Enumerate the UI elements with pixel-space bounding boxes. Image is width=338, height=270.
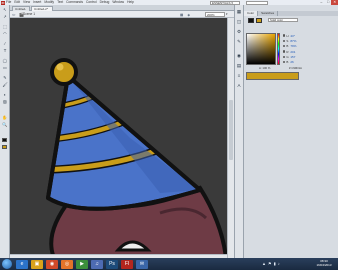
text-tool-icon[interactable]: T — [2, 48, 9, 54]
search-input[interactable] — [246, 0, 268, 5]
back-arrow-icon[interactable]: ⇦ — [12, 12, 16, 17]
hex-value[interactable]: # C99D1A — [289, 66, 302, 70]
edit-symbol-icon[interactable]: ◈ — [187, 13, 190, 17]
color-values: H 43° S 87% B 79% R 201 G 157 B 26 — [283, 33, 323, 65]
radio-icon[interactable] — [283, 50, 286, 53]
scrollbar-thumb[interactable] — [228, 100, 233, 160]
oval-tool-icon[interactable]: ◯ — [2, 58, 9, 64]
radio-icon[interactable] — [283, 45, 286, 48]
taskbar-app-icon[interactable]: Ps — [106, 259, 118, 269]
align-panel-icon[interactable]: ≡ — [236, 72, 243, 79]
chevron-down-icon[interactable]: ▾ — [226, 12, 228, 17]
tab-color[interactable]: Color — [244, 11, 259, 16]
subselection-tool-icon[interactable]: ↗ — [2, 14, 9, 20]
free-transform-tool-icon[interactable]: ⬚ — [2, 24, 9, 30]
clock[interactable]: 08:30 16/04/2013 — [312, 259, 336, 267]
pencil-tool-icon[interactable]: ✎ — [2, 75, 9, 81]
rectangle-tool-icon[interactable]: ▭ — [2, 65, 9, 71]
swatches-panel-icon[interactable]: ▤ — [236, 62, 243, 69]
start-button[interactable] — [2, 259, 12, 269]
paint-bucket-tool-icon[interactable]: ◐ — [2, 92, 9, 98]
settings-panel-icon[interactable]: ⚙ — [236, 28, 243, 35]
zoom-tool-icon[interactable]: 🔍 — [2, 122, 9, 128]
edit-scene-icon[interactable]: ▦ — [180, 13, 183, 17]
tray-expand-icon[interactable]: ▲ — [262, 259, 266, 269]
taskbar-app-icon[interactable]: ✉ — [136, 259, 148, 269]
brush-tool-icon[interactable]: 🖌 — [2, 82, 9, 88]
blue-row[interactable]: B 26 — [283, 59, 323, 64]
radio-icon[interactable] — [283, 39, 286, 43]
volume-icon[interactable]: ♪ — [278, 259, 280, 269]
clock-date: 16/04/2013 — [316, 263, 332, 267]
flag-icon[interactable]: ⚑ — [268, 259, 272, 269]
color-panel-icon[interactable]: ◉ — [236, 52, 243, 59]
app-logo-icon: Fl — [1, 0, 5, 5]
artwork — [46, 58, 227, 258]
taskbar-app-icon[interactable]: ◎ — [61, 259, 73, 269]
lasso-tool-icon[interactable]: ◠ — [2, 31, 9, 37]
stroke-swatch[interactable] — [248, 18, 254, 23]
edit-bar — [10, 11, 234, 18]
library-panel-icon[interactable]: ▦ — [236, 8, 243, 15]
pen-tool-icon[interactable]: ∕ — [2, 41, 9, 47]
fill-swatch[interactable] — [256, 18, 262, 23]
taskbar-app-icon[interactable]: ▶ — [76, 259, 88, 269]
tab-swatches[interactable]: Swatches — [258, 11, 279, 16]
color-panel-tabs: Color Swatches — [244, 11, 338, 16]
edit-panel-icon[interactable]: ✎ — [236, 38, 243, 45]
taskbar-app-icon[interactable]: ♫ — [91, 259, 103, 269]
workspace-switcher[interactable]: ESSENTIALS ▾ — [210, 0, 240, 5]
hat-pompom — [50, 58, 78, 86]
color-preview-swatch — [246, 72, 299, 80]
taskbar-app-icon[interactable]: Fl — [121, 259, 133, 269]
network-icon[interactable]: ▮ — [274, 259, 276, 269]
hue-slider[interactable] — [277, 33, 280, 65]
hand-tool-icon[interactable]: ✋ — [2, 115, 9, 121]
edit-bar-icons: ▦ ◈ — [180, 13, 190, 17]
system-tray: ▲ ⚑ ▮ ♪ — [262, 259, 280, 269]
radio-icon[interactable] — [283, 55, 286, 59]
taskbar-app-icon[interactable]: e — [16, 259, 28, 269]
zoom-select[interactable]: 200% — [205, 12, 225, 17]
info-panel-icon[interactable]: A — [236, 82, 243, 89]
properties-panel-icon[interactable]: ◫ — [236, 18, 243, 25]
taskbar-app-icon[interactable]: ◉ — [46, 259, 58, 269]
stroke-color-swatch[interactable] — [2, 138, 7, 142]
pompom-highlight — [56, 63, 64, 71]
color-type-select[interactable]: Solid color — [268, 18, 298, 22]
radio-icon[interactable] — [283, 34, 286, 37]
scene-label[interactable]: Scene 1 — [23, 12, 35, 17]
saturation-brightness-field[interactable] — [246, 33, 276, 65]
fill-color-swatch[interactable] — [2, 145, 7, 149]
eraser-tool-icon[interactable]: ▨ — [2, 99, 9, 105]
taskbar-app-icon[interactable]: ▣ — [31, 259, 43, 269]
stage-canvas[interactable] — [10, 18, 227, 258]
selection-tool-icon[interactable]: ↖ — [2, 7, 9, 13]
radio-icon[interactable] — [283, 60, 286, 64]
alpha-value[interactable]: A: 100 % — [259, 66, 270, 70]
